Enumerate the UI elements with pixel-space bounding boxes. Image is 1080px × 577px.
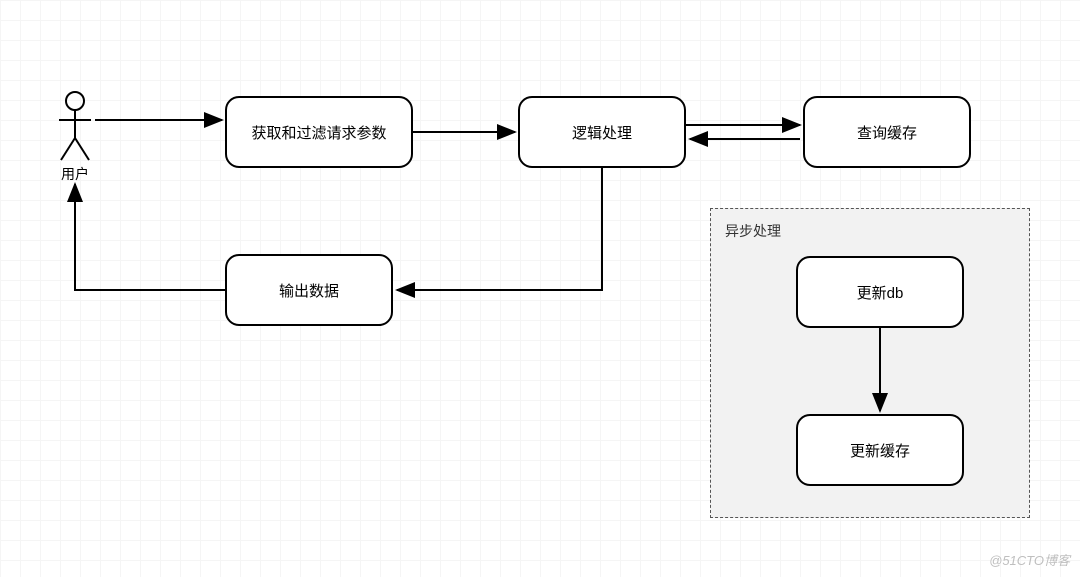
node-filter-params: 获取和过滤请求参数 [225, 96, 413, 168]
watermark: @51CTO博客 [989, 550, 1070, 569]
node-update-db: 更新db [796, 256, 964, 328]
actor-user: 用户 [55, 90, 95, 184]
node-label: 逻辑处理 [572, 122, 632, 143]
group-async-label: 异步处理 [725, 221, 781, 241]
node-label: 更新db [857, 282, 904, 303]
node-label: 输出数据 [279, 280, 339, 301]
node-label: 获取和过滤请求参数 [251, 122, 386, 143]
actor-label: 用户 [61, 164, 89, 184]
arrow-logic-to-output [397, 168, 602, 290]
node-logic: 逻辑处理 [518, 96, 686, 168]
actor-icon [55, 90, 95, 162]
node-label: 更新缓存 [850, 440, 910, 461]
node-query-cache: 查询缓存 [803, 96, 971, 168]
node-output-data: 输出数据 [225, 254, 393, 326]
node-update-cache: 更新缓存 [796, 414, 964, 486]
arrow-output-to-user [75, 184, 225, 290]
node-label: 查询缓存 [857, 122, 917, 143]
